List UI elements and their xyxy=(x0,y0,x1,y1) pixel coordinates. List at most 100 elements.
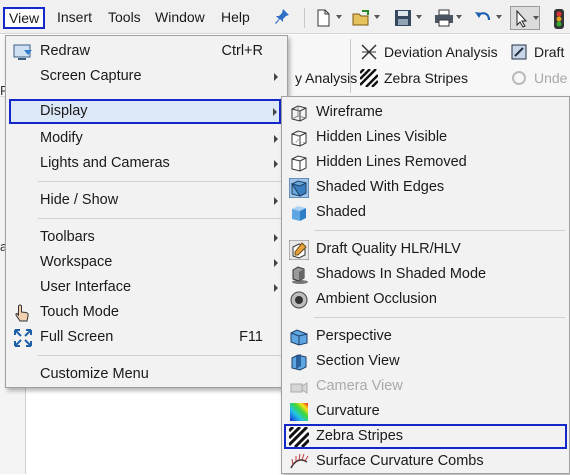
menu-help[interactable]: Help xyxy=(216,7,255,29)
zebra-stripes-icon xyxy=(359,68,379,88)
menu-item-shaded[interactable]: Shaded xyxy=(282,200,569,225)
menu-item-lights-and-cameras[interactable]: Lights and Cameras xyxy=(6,151,287,176)
redraw-shortcut: Ctrl+R xyxy=(221,43,264,59)
menu-item-user-interface[interactable]: User Interface xyxy=(6,275,287,300)
menu-item-touch-mode[interactable]: Touch Mode xyxy=(6,300,287,325)
menu-item-shadows[interactable]: Shadows In Shaded Mode xyxy=(282,262,569,287)
curvature-icon xyxy=(289,402,309,422)
deviation-analysis-label: Deviation Analysis xyxy=(384,44,498,60)
draft-quality-icon xyxy=(288,239,310,261)
menu-insert[interactable]: Insert xyxy=(52,7,97,29)
toolbars-label: Toolbars xyxy=(40,229,95,245)
touch-hand-icon xyxy=(13,303,33,323)
modify-label: Modify xyxy=(40,130,83,146)
open-document-button[interactable] xyxy=(350,6,380,30)
menu-item-redraw[interactable]: Redraw Ctrl+R xyxy=(6,39,287,64)
deviation-analysis-button[interactable]: Deviation Analysis xyxy=(360,41,498,63)
shaded-with-edges-label: Shaded With Edges xyxy=(316,179,445,195)
save-button[interactable] xyxy=(392,6,422,30)
touch-mode-label: Touch Mode xyxy=(40,304,119,320)
undercut-icon xyxy=(510,69,528,87)
menu-item-curvature[interactable]: Curvature xyxy=(282,399,569,424)
section-view-icon xyxy=(289,352,309,372)
menu-item-hide-show[interactable]: Hide / Show xyxy=(6,188,287,213)
surface-curvature-combs-label: Surface Curvature Combs xyxy=(316,453,484,469)
menu-item-modify[interactable]: Modify xyxy=(6,126,287,151)
wireframe-label: Wireframe xyxy=(316,104,383,120)
pin-icon[interactable] xyxy=(274,8,290,26)
menu-tools[interactable]: Tools xyxy=(103,7,146,29)
menu-item-screen-capture[interactable]: Screen Capture xyxy=(6,64,287,89)
menu-item-workspace[interactable]: Workspace xyxy=(6,250,287,275)
menu-item-camera-view[interactable]: Camera View xyxy=(282,374,569,399)
menu-bar: View Insert Tools Window Help xyxy=(0,0,570,34)
menu-item-draft-quality[interactable]: Draft Quality HLR/HLV xyxy=(282,237,569,262)
menu-item-display[interactable]: Display xyxy=(9,99,281,124)
wireframe-icon xyxy=(289,103,309,123)
full-screen-label: Full Screen xyxy=(40,329,114,345)
menu-item-section-view[interactable]: Section View xyxy=(282,349,569,374)
lights-and-cameras-label: Lights and Cameras xyxy=(40,155,170,171)
select-pointer-button[interactable] xyxy=(510,6,540,30)
menu-item-perspective[interactable]: Perspective xyxy=(282,324,569,349)
shaded-icon xyxy=(289,203,309,223)
menu-window[interactable]: Window xyxy=(150,7,210,29)
submenu-arrow-icon xyxy=(274,197,278,205)
print-icon[interactable] xyxy=(432,6,462,30)
customize-menu-label: Customize Menu xyxy=(40,366,149,382)
shadows-label: Shadows In Shaded Mode xyxy=(316,266,487,282)
zebra-stripes-ribbon-button[interactable]: Zebra Stripes xyxy=(359,67,468,89)
shaded-with-edges-icon xyxy=(288,177,310,199)
menu-item-full-screen[interactable]: Full Screen F11 xyxy=(6,325,287,350)
draft-label: Draft xyxy=(534,44,565,60)
submenu-arrow-icon xyxy=(274,160,278,168)
submenu-arrow-icon xyxy=(274,135,278,143)
submenu-arrow-icon xyxy=(274,234,278,242)
menu-item-customize-menu[interactable]: Customize Menu xyxy=(6,362,287,387)
menu-separator xyxy=(314,317,565,318)
perspective-label: Perspective xyxy=(316,328,392,344)
view-menu: Redraw Ctrl+R Screen Capture Display Mod… xyxy=(5,35,288,388)
ambient-occlusion-label: Ambient Occlusion xyxy=(316,291,437,307)
zebra-stripes-icon xyxy=(287,425,311,449)
hidden-lines-visible-icon xyxy=(289,128,309,148)
hide-show-label: Hide / Show xyxy=(40,192,119,208)
analysis-partial-label[interactable]: y Analysis xyxy=(295,67,357,89)
draft-icon xyxy=(510,43,528,61)
hidden-lines-visible-label: Hidden Lines Visible xyxy=(316,129,448,145)
undercut-analysis-button[interactable]: Unde xyxy=(510,67,567,89)
camera-view-label: Camera View xyxy=(316,378,403,394)
draft-analysis-button[interactable]: Draft xyxy=(510,41,564,63)
zebra-stripes-label: Zebra Stripes xyxy=(316,428,404,444)
traffic-light-icon[interactable] xyxy=(550,6,570,30)
menu-item-wireframe[interactable]: Wireframe xyxy=(282,100,569,125)
redraw-label: Redraw xyxy=(40,43,90,59)
menu-item-zebra-stripes[interactable]: Zebra Stripes xyxy=(284,424,567,449)
menu-item-hidden-lines-visible[interactable]: Hidden Lines Visible xyxy=(282,125,569,150)
curvature-combs-icon xyxy=(289,452,309,472)
menu-item-ambient-occlusion[interactable]: Ambient Occlusion xyxy=(282,287,569,312)
menu-item-shaded-with-edges[interactable]: Shaded With Edges xyxy=(282,175,569,200)
menu-item-surface-curvature-combs[interactable]: Surface Curvature Combs xyxy=(282,449,569,474)
menu-item-toolbars[interactable]: Toolbars xyxy=(6,225,287,250)
display-label: Display xyxy=(40,103,88,119)
perspective-icon xyxy=(289,327,309,347)
toolbar-separator xyxy=(304,8,305,28)
shadows-icon xyxy=(289,265,309,285)
submenu-arrow-icon xyxy=(274,259,278,267)
workspace-label: Workspace xyxy=(40,254,113,270)
menu-item-hidden-lines-removed[interactable]: Hidden Lines Removed xyxy=(282,150,569,175)
menu-view[interactable]: View xyxy=(3,7,46,29)
undercut-partial-label: Unde xyxy=(534,70,568,86)
menu-separator xyxy=(314,230,565,231)
undo-button[interactable] xyxy=(472,6,502,30)
hidden-lines-removed-label: Hidden Lines Removed xyxy=(316,154,467,170)
hidden-lines-removed-icon xyxy=(289,153,309,173)
ambient-occlusion-icon xyxy=(289,290,309,310)
display-submenu: Wireframe Hidden Lines Visible Hidden Li… xyxy=(281,96,570,474)
menu-separator xyxy=(38,218,283,219)
new-document-button[interactable] xyxy=(312,6,342,30)
redraw-icon xyxy=(13,42,33,62)
deviation-analysis-icon xyxy=(360,43,378,61)
screen-capture-label: Screen Capture xyxy=(40,68,142,84)
